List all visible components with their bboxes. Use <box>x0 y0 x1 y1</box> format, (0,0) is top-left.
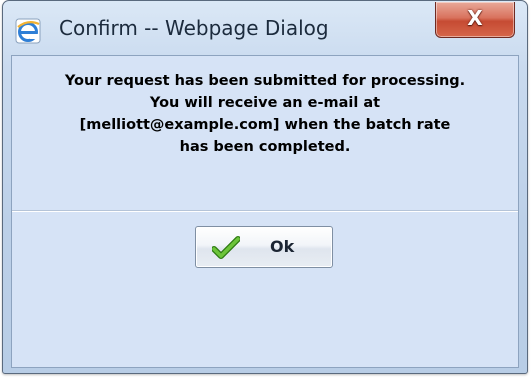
message-line: has been completed. <box>179 139 351 155</box>
divider <box>12 210 518 212</box>
confirmation-message: Your request has been submitted for proc… <box>12 70 518 158</box>
internet-explorer-icon <box>15 18 41 44</box>
window-title: Confirm -- Webpage Dialog <box>59 16 329 40</box>
close-icon: X <box>467 6 483 30</box>
ok-button[interactable]: Ok <box>195 226 333 268</box>
dialog-window: Confirm -- Webpage Dialog X Your request… <box>2 0 528 374</box>
green-checkmark-icon <box>211 236 241 260</box>
dialog-content: Your request has been submitted for proc… <box>11 55 519 368</box>
ok-button-label: Ok <box>270 237 295 256</box>
close-button[interactable]: X <box>435 2 515 38</box>
message-line: [melliott@example.com] when the batch ra… <box>79 117 451 133</box>
message-line: Your request has been submitted for proc… <box>64 73 466 89</box>
message-line: You will receive an e-mail at <box>149 95 381 111</box>
title-bar[interactable]: Confirm -- Webpage Dialog X <box>3 1 527 55</box>
